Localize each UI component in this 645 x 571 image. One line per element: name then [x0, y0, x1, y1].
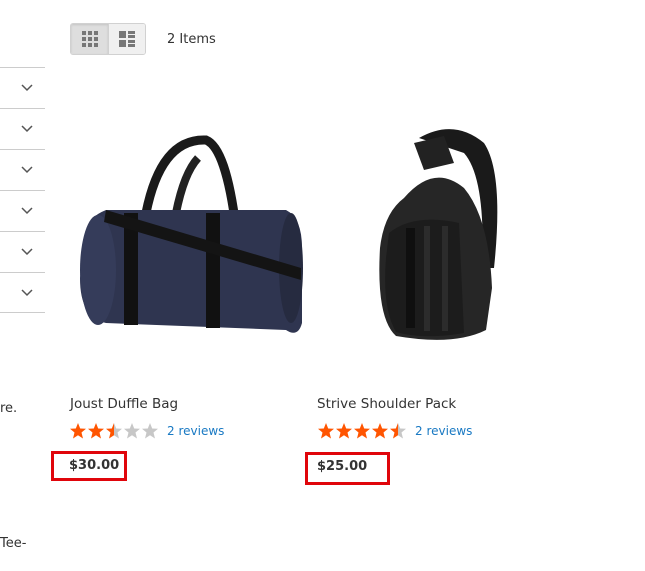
- chevron-down-icon: [21, 288, 33, 296]
- filter-toggle[interactable]: [0, 190, 45, 231]
- star-icon: [106, 423, 122, 439]
- list-icon: [119, 31, 135, 47]
- reviews-link[interactable]: 2 reviews: [415, 424, 472, 438]
- price-highlight-box: $30.00: [51, 451, 127, 481]
- toolbar: 2 Items: [70, 23, 216, 55]
- product-name[interactable]: Joust Duffle Bag: [70, 396, 178, 412]
- chevron-down-icon: [21, 248, 33, 256]
- price-highlight-box: $25.00: [305, 452, 390, 485]
- product-price: $30.00: [69, 458, 120, 473]
- product-rating: 2 reviews: [317, 422, 472, 440]
- rating-stars: [317, 422, 407, 440]
- list-view-button[interactable]: [108, 24, 145, 54]
- shoulder-pack-image[interactable]: [314, 118, 554, 378]
- star-icon: [142, 423, 158, 439]
- duffle-bag-image[interactable]: [66, 118, 306, 378]
- chevron-down-icon: [21, 84, 33, 92]
- grid-icon: [81, 31, 98, 47]
- rating-stars: [69, 422, 159, 440]
- filter-toggle[interactable]: [0, 272, 45, 313]
- product-item: Strive Shoulder Pack 2 reviews $25.00: [305, 118, 554, 485]
- star-icon: [354, 423, 370, 439]
- grid-view-button[interactable]: [71, 24, 108, 54]
- filter-toggle[interactable]: [0, 231, 45, 272]
- filter-list: [0, 67, 45, 313]
- product-price: $25.00: [317, 459, 368, 474]
- chevron-down-icon: [21, 166, 33, 174]
- filter-toggle[interactable]: [0, 108, 45, 149]
- items-count: 2 Items: [167, 31, 216, 47]
- sidebar-text-fragment: re.: [0, 401, 18, 416]
- product-name[interactable]: Strive Shoulder Pack: [317, 396, 456, 412]
- filter-toggle[interactable]: [0, 67, 45, 108]
- star-icon: [70, 423, 86, 439]
- sidebar-text-fragment: Tee-: [0, 536, 27, 551]
- star-icon: [318, 423, 334, 439]
- star-icon: [372, 423, 388, 439]
- star-icon: [124, 423, 140, 439]
- star-icon: [336, 423, 352, 439]
- filter-toggle[interactable]: [0, 149, 45, 190]
- reviews-link[interactable]: 2 reviews: [167, 424, 224, 438]
- view-mode-switcher: [70, 23, 146, 55]
- star-icon: [390, 423, 406, 439]
- chevron-down-icon: [21, 207, 33, 215]
- product-rating: 2 reviews: [69, 422, 224, 440]
- product-item: Joust Duffle Bag 2 reviews $30.00: [51, 118, 306, 481]
- chevron-down-icon: [21, 125, 33, 133]
- star-icon: [88, 423, 104, 439]
